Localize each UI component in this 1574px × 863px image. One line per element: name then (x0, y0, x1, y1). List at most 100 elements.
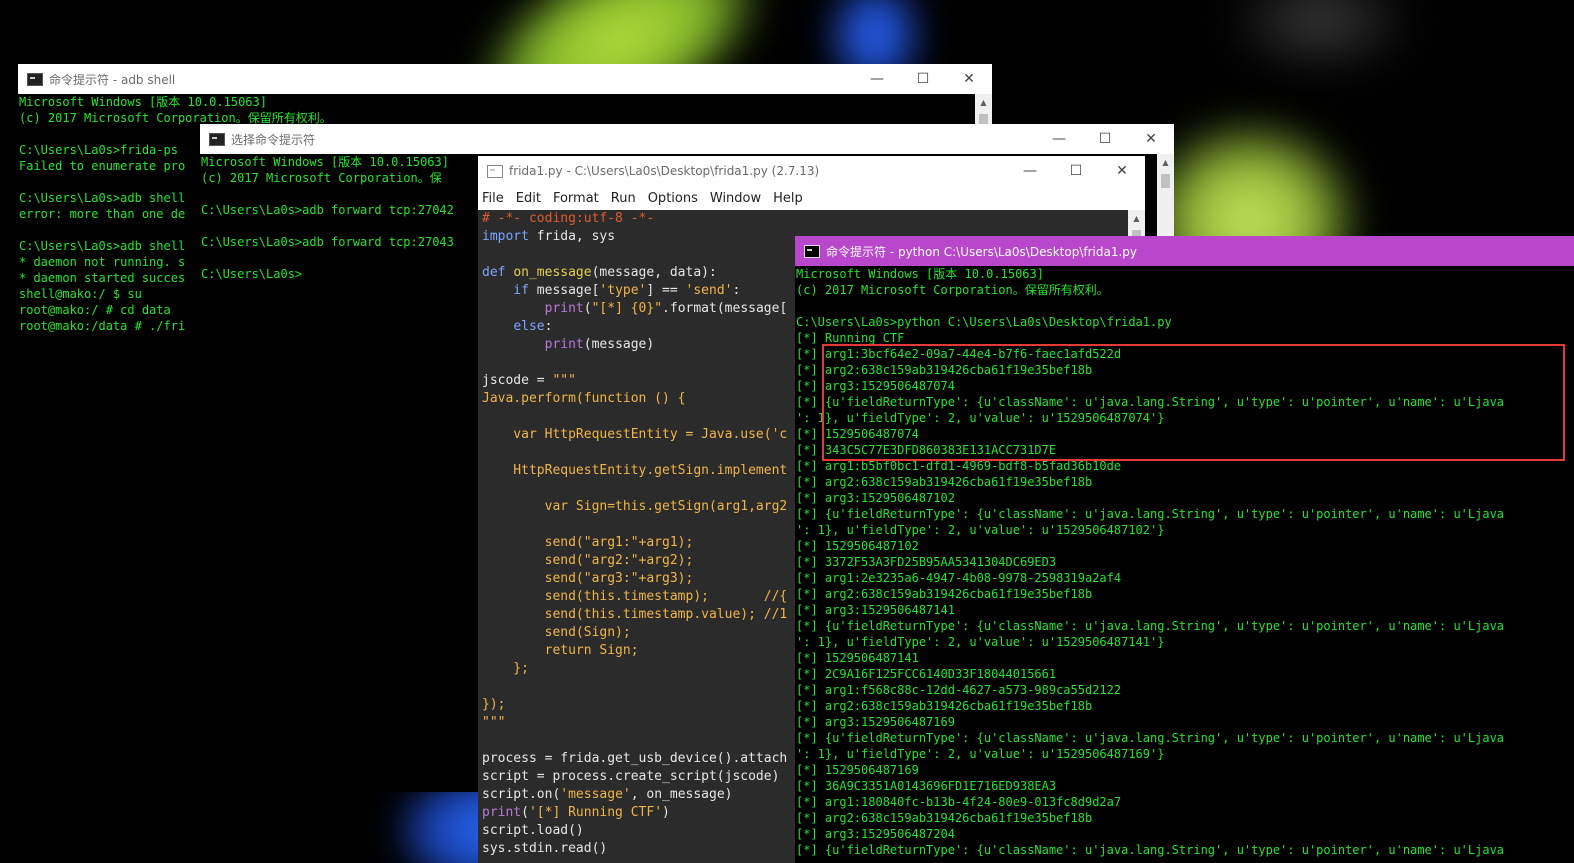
code-line: }); (482, 697, 506, 712)
python-cmd-window[interactable]: 命令提示符 - python C:\Users\La0s\Desktop\fri… (795, 236, 1574, 863)
code-line: script.load() (482, 823, 584, 838)
cmd-icon (209, 132, 225, 146)
console-line: [*] arg3:1529506487074 (796, 379, 955, 393)
console-line: [*] 1529506487141 (796, 651, 919, 665)
scroll-up-arrow-icon[interactable]: ▲ (1128, 210, 1145, 227)
console-line: [*] arg3:1529506487102 (796, 491, 955, 505)
code-token: def (482, 265, 514, 280)
menu-format[interactable]: Format (549, 191, 607, 206)
python-file-icon (487, 164, 503, 178)
code-token: 'type' (599, 283, 647, 298)
menu-window[interactable]: Window (706, 191, 769, 206)
close-button[interactable]: ✕ (1128, 124, 1174, 154)
console-line: [*] arg3:1529506487141 (796, 603, 955, 617)
menu-edit[interactable]: Edit (512, 191, 549, 206)
code-line: var Sign=this.getSign(arg1,arg2 (482, 499, 788, 514)
console-line: [*] arg2:638c159ab319426cba61f19e35bef18… (796, 811, 1093, 825)
code-line: HttpRequestEntity.getSign.implement (482, 463, 788, 478)
menu-options[interactable]: Options (644, 191, 706, 206)
console-line: [*] {u'fieldReturnType': {u'className': … (796, 395, 1505, 409)
scroll-thumb[interactable] (1161, 174, 1170, 188)
code-token: frida, sys (528, 229, 616, 244)
code-line: send("arg1:"+arg1); (482, 535, 694, 550)
code-line: send(this.timestamp.value); //1 (482, 607, 788, 622)
adb-shell-titlebar[interactable]: 命令提示符 - adb shell — ☐ ✕ (18, 64, 992, 94)
code-token: , on_message) (630, 787, 733, 802)
code-token: .format(message[ (662, 301, 788, 316)
code-line: process = frida.get_usb_device().attach (482, 751, 788, 766)
console-line: (c) 2017 Microsoft Corporation。保留所有权利。 (796, 283, 1109, 297)
code-token: 'send' (685, 283, 733, 298)
cmd-icon (27, 72, 43, 86)
minimize-button[interactable]: — (1007, 156, 1053, 186)
code-token: ( (521, 805, 529, 820)
code-token: : (732, 283, 741, 298)
code-token: jscode = (482, 373, 553, 388)
console-line: [*] 3372F53A3FD25B95AA5341304DC69ED3 (796, 555, 1057, 569)
menu-run[interactable]: Run (607, 191, 644, 206)
code-token: print (544, 301, 584, 316)
cmd-icon (804, 244, 820, 258)
code-token: ] == (646, 283, 686, 298)
wallpaper-grey-smoke (1220, 0, 1420, 80)
console-line: [*] 1529506487169 (796, 763, 919, 777)
window-title: 选择命令提示符 (231, 132, 316, 147)
console-line: [*] arg2:638c159ab319426cba61f19e35bef18… (796, 475, 1093, 489)
code-token: ) (662, 805, 670, 820)
console-line: [*] arg1:2e3235a6-4947-4b08-9978-2598319… (796, 571, 1122, 585)
console-line: [*] arg1:180840fc-b13b-4f24-80e9-013fc8d… (796, 795, 1122, 809)
code-line: Java.perform(function () { (482, 391, 686, 406)
code-line: send("arg3:"+arg3); (482, 571, 694, 586)
close-button[interactable]: ✕ (1099, 156, 1145, 186)
minimize-button[interactable]: — (854, 64, 900, 94)
console-line: [*] 1529506487074 (796, 427, 919, 441)
console-line: C:\Users\La0s>python C:\Users\La0s\Deskt… (796, 315, 1172, 329)
console-line: Microsoft Windows [版本 10.0.15063] (19, 95, 267, 109)
console-line: [*] {u'fieldReturnType': {u'className': … (796, 843, 1505, 857)
code-token: else (513, 319, 545, 334)
menu-file[interactable]: File (478, 191, 512, 206)
console-line: [*] 1529506487102 (796, 539, 919, 553)
console-line: [*] arg3:1529506487169 (796, 715, 955, 729)
idle-titlebar[interactable]: frida1.py - C:\Users\La0s\Desktop\frida1… (478, 156, 1145, 186)
console-line: [*] arg1:b5bf0bc1-dfd1-4969-bdf8-b5fad36… (796, 459, 1122, 473)
maximize-button[interactable]: ☐ (900, 64, 946, 94)
code-line: """ (482, 715, 506, 730)
python-cmd-titlebar[interactable]: 命令提示符 - python C:\Users\La0s\Desktop\fri… (795, 236, 1574, 266)
console-line: Microsoft Windows [版本 10.0.15063] (796, 267, 1044, 281)
window-title: 命令提示符 - python C:\Users\La0s\Desktop\fri… (826, 244, 1137, 259)
code-line: send(this.timestamp); //{ (482, 589, 788, 604)
console-line: [*] arg1:f568c88c-12dd-4627-a573-989ca55… (796, 683, 1122, 697)
console-line: [*] {u'fieldReturnType': {u'className': … (796, 507, 1505, 521)
select-cmd-titlebar[interactable]: 选择命令提示符 — ☐ ✕ (200, 124, 1174, 154)
console-line: [*] arg2:638c159ab319426cba61f19e35bef18… (796, 699, 1093, 713)
console-line: [*] 343C5C77E3DFD860383E131ACC731D7E (796, 443, 1057, 457)
scroll-up-arrow-icon[interactable]: ▲ (975, 94, 992, 111)
minimize-button[interactable]: — (1036, 124, 1082, 154)
maximize-button[interactable]: ☐ (1082, 124, 1128, 154)
code-token: (message, data): (591, 265, 717, 280)
console-line: [*] arg2:638c159ab319426cba61f19e35bef18… (796, 363, 1093, 377)
code-token: script.on( (482, 787, 561, 802)
console-line: [*] arg2:638c159ab319426cba61f19e35bef18… (796, 587, 1093, 601)
code-line: var HttpRequestEntity = Java.use('c (482, 427, 788, 442)
console-line: ': 1}, u'fieldType': 2, u'value': u'1529… (796, 411, 1165, 425)
code-line: }; (482, 661, 529, 676)
code-token: if (482, 283, 537, 298)
console-line: [*] {u'fieldReturnType': {u'className': … (796, 619, 1505, 633)
menu-bar: File Edit Format Run Options Window Help (478, 186, 1145, 210)
close-button[interactable]: ✕ (946, 64, 992, 94)
code-token: message[ (536, 283, 600, 298)
console-line: [*] 2C9A16F125FCC6140D33F18044015661 (796, 667, 1057, 681)
scroll-up-arrow-icon[interactable]: ▲ (1157, 154, 1174, 171)
console-line: [*] arg1:3bcf64e2-09a7-44e4-b7f6-faec1af… (796, 347, 1122, 361)
maximize-button[interactable]: ☐ (1053, 156, 1099, 186)
console-output[interactable]: Microsoft Windows [版本 10.0.15063] (c) 201… (795, 266, 1574, 863)
menu-help[interactable]: Help (769, 191, 811, 206)
code-line: # -*- coding:utf-8 -*- (482, 211, 655, 226)
code-token: 'message' (560, 787, 631, 802)
code-token: ( (583, 301, 592, 316)
code-line: script = process.create_script(jscode) (482, 769, 780, 784)
